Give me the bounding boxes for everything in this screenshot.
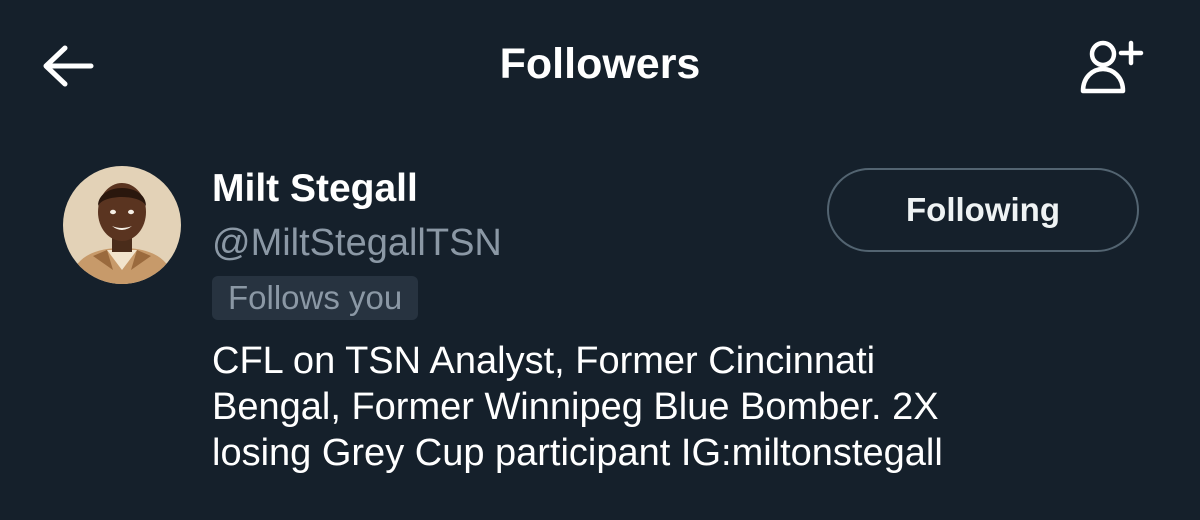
page-title: Followers (499, 40, 701, 88)
bio-line: Bengal, Former Winnipeg Blue Bomber. 2X (212, 386, 939, 428)
bio-line: CFL on TSN Analyst, Former Cincinnati (212, 340, 876, 382)
add-user-icon (1080, 40, 1144, 94)
user-handle: @MiltStegallTSN (212, 222, 502, 264)
add-user-button[interactable] (1072, 26, 1152, 106)
bio-line: losing Grey Cup participant IG:miltonste… (212, 432, 943, 474)
follower-list-item[interactable]: Milt Stegall @MiltStegallTSN Follows you… (0, 150, 1200, 520)
top-bar: Followers (0, 0, 1200, 130)
avatar[interactable] (63, 166, 181, 284)
display-name[interactable]: Milt Stegall (212, 166, 418, 212)
profile-photo (63, 166, 181, 284)
follows-you-badge: Follows you (212, 276, 419, 320)
user-bio: CFL on TSN Analyst, Former Cincinnati Be… (212, 338, 1172, 476)
following-button[interactable]: Following (827, 168, 1139, 252)
